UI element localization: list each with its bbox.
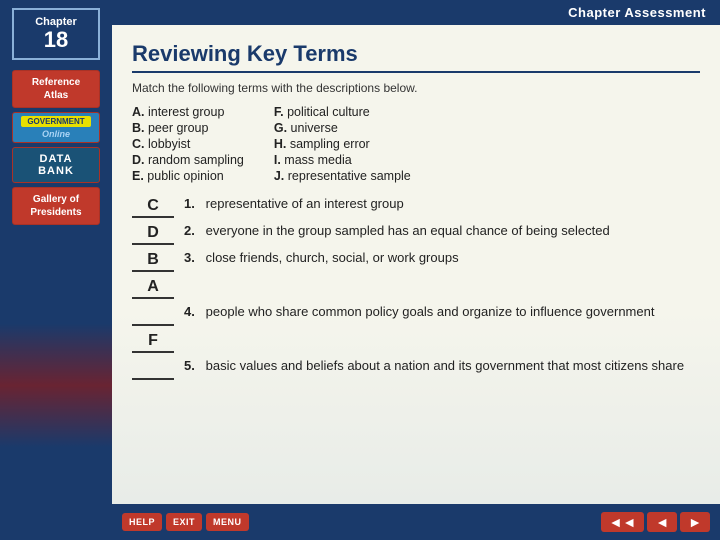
answer-3a: A <box>132 278 174 299</box>
nav-arrows: ◄◄ ◄ ► <box>601 512 710 532</box>
term-J: J. representative sample <box>274 169 411 183</box>
exit-button[interactable]: EXIT <box>166 513 202 531</box>
question-3: 3. close friends, church, social, or wor… <box>184 249 700 268</box>
help-button[interactable]: HELP <box>122 513 162 531</box>
chapter-assessment-title: Chapter Assessment <box>568 5 706 20</box>
answer-4blank <box>132 305 174 326</box>
page-title: Reviewing Key Terms <box>132 41 700 73</box>
term-I: I. mass media <box>274 153 411 167</box>
sidebar-item-gallery[interactable]: Gallery ofPresidents <box>12 187 100 225</box>
forward-button[interactable]: ► <box>680 512 710 532</box>
qa-row-3b: B 3. close friends, church, social, or w… <box>132 249 700 272</box>
term-F: F. political culture <box>274 105 411 119</box>
top-bar: Chapter Assessment <box>112 0 720 25</box>
terms-col-left: A. interest group B. peer group C. lobby… <box>132 105 244 183</box>
content-area: Reviewing Key Terms Match the following … <box>112 25 720 504</box>
term-E: E. public opinion <box>132 169 244 183</box>
gov-online-label: Online <box>42 129 70 139</box>
sidebar-decoration <box>0 231 112 540</box>
term-A: A. interest group <box>132 105 244 119</box>
bottom-bar: HELP EXIT MENU ◄◄ ◄ ► <box>112 504 720 540</box>
question-1: 1. representative of an interest group <box>184 195 700 214</box>
question-2: 2. everyone in the group sampled has an … <box>184 222 700 241</box>
qa-section: C 1. representative of an interest group… <box>132 195 700 384</box>
sidebar-item-reference-atlas[interactable]: ReferenceAtlas <box>12 70 100 108</box>
gov-online-logo: GOVERNMENT <box>21 116 91 127</box>
answer-1: C <box>132 197 174 218</box>
answer-2: D <box>132 224 174 245</box>
term-C: C. lobbyist <box>132 137 244 151</box>
qa-row-4blank: 4. people who share common policy goals … <box>132 303 700 326</box>
answer-5blank <box>132 359 174 380</box>
qa-row-1: C 1. representative of an interest group <box>132 195 700 218</box>
bottom-buttons: HELP EXIT MENU <box>122 513 249 531</box>
back-button[interactable]: ◄ <box>647 512 677 532</box>
question-4: 4. people who share common policy goals … <box>184 303 700 322</box>
terms-col-right: F. political culture G. universe H. samp… <box>274 105 411 183</box>
question-5: 5. basic values and beliefs about a nati… <box>184 357 700 376</box>
term-B: B. peer group <box>132 121 244 135</box>
back-to-start-button[interactable]: ◄◄ <box>601 512 645 532</box>
main-content: Chapter Assessment Reviewing Key Terms M… <box>112 0 720 540</box>
sidebar-nav: ReferenceAtlas GOVERNMENT Online DATABAN… <box>0 70 112 225</box>
sidebar: Chapter 18 ReferenceAtlas GOVERNMENT Onl… <box>0 0 112 540</box>
chapter-number: 18 <box>24 28 88 52</box>
qa-row-3a: A <box>132 276 700 299</box>
qa-row-2: D 2. everyone in the group sampled has a… <box>132 222 700 245</box>
answer-3b: B <box>132 251 174 272</box>
sidebar-item-data-bank[interactable]: DATABANK <box>12 147 100 183</box>
chapter-box: Chapter 18 <box>12 8 100 60</box>
terms-grid: A. interest group B. peer group C. lobby… <box>132 105 700 183</box>
answer-4f: F <box>132 332 174 353</box>
term-G: G. universe <box>274 121 411 135</box>
qa-row-4f: F <box>132 330 700 353</box>
sidebar-item-gov-online[interactable]: GOVERNMENT Online <box>12 112 100 143</box>
term-H: H. sampling error <box>274 137 411 151</box>
qa-row-5blank: 5. basic values and beliefs about a nati… <box>132 357 700 380</box>
instructions: Match the following terms with the descr… <box>132 81 700 95</box>
term-D: D. random sampling <box>132 153 244 167</box>
menu-button[interactable]: MENU <box>206 513 249 531</box>
